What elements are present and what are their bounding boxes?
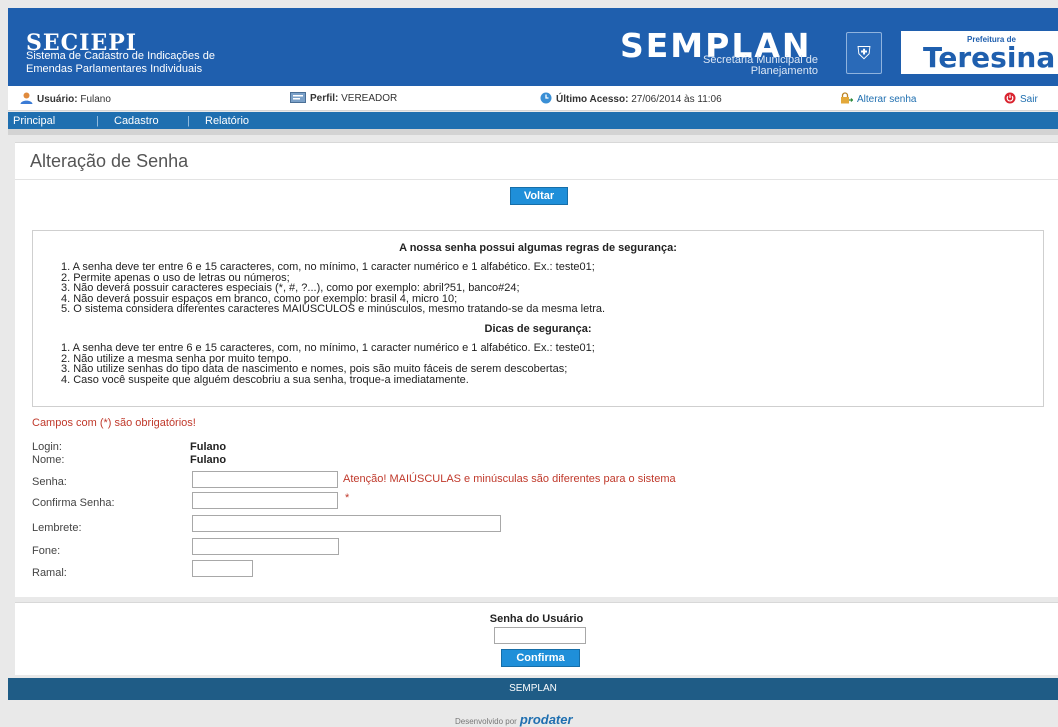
user-password-title: Senha do Usuário [489, 613, 584, 625]
footer-bar: SEMPLAN [8, 678, 1058, 700]
tip-item: 1. A senha deve ter entre 6 e 15 caracte… [61, 342, 595, 354]
user-info-bar: Usuário: Fulano Perfil: VEREADOR Último … [8, 86, 1058, 111]
menu-item-relatorio[interactable]: Relatório [205, 115, 249, 127]
tips-list: 1. A senha deve ter entre 6 e 15 caracte… [61, 343, 595, 385]
developer-credit: Desenvolvido por prodater [455, 712, 573, 727]
required-mark: * [345, 492, 350, 504]
app-header: SECIEPI Sistema de Cadastro de Indicaçõe… [8, 8, 1058, 86]
login-label: Login: [32, 441, 62, 453]
password-case-warning: Atenção! MAIÚSCULAS e minúsculas são dif… [343, 473, 676, 485]
change-password-link[interactable]: Alterar senha [840, 92, 916, 107]
user-icon [20, 92, 33, 107]
page-title: Alteração de Senha [30, 151, 189, 171]
menu-item-cadastro[interactable]: Cadastro [114, 115, 159, 127]
logout-link[interactable]: Sair [1004, 92, 1038, 107]
prefeitura-logo-city-text: Teresina [923, 41, 1056, 74]
user-value: Fulano [80, 94, 111, 105]
profile-info: Perfil: VEREADOR [290, 92, 397, 106]
last-access-label: Último Acesso: [556, 94, 629, 105]
confirm-password-input[interactable] [192, 492, 338, 509]
confirm-section: Senha do Usuário Confirma [15, 602, 1058, 675]
rules-title: A nossa senha possui algumas regras de s… [399, 242, 677, 254]
back-button[interactable]: Voltar [510, 187, 568, 205]
phone-label: Fone: [32, 545, 61, 557]
tips-title: Dicas de segurança: [484, 323, 592, 335]
main-panel: Alteração de Senha Voltar A nossa senha … [15, 142, 1058, 597]
user-password-input[interactable] [494, 627, 586, 644]
menu-separator: | [187, 115, 190, 127]
main-menu: Principal | Cadastro | Relatório [8, 112, 1058, 135]
confirm-password-label: Confirma Senha: [32, 497, 115, 509]
extension-input[interactable] [192, 560, 253, 577]
menu-separator: | [96, 115, 99, 127]
prefeitura-logo: Prefeitura de Teresina [901, 31, 1058, 74]
password-rules-box: A nossa senha possui algumas regras de s… [32, 230, 1044, 407]
semplan-subtitle-line2: Planejamento [750, 65, 818, 77]
developer-logo: prodater [519, 712, 573, 727]
system-subtitle: Sistema de Cadastro de Indicações de Eme… [26, 50, 215, 76]
power-icon [1004, 92, 1016, 107]
last-access-value: 27/06/2014 às 11:06 [631, 94, 722, 105]
reminder-label: Lembrete: [32, 522, 82, 534]
change-password-label: Alterar senha [857, 94, 917, 105]
password-label: Senha: [32, 476, 67, 488]
semplan-subtitle: Secretaria Municipal de Planejamento [658, 55, 818, 77]
rule-item: 5. O sistema considera diferentes caract… [61, 303, 606, 315]
reminder-input[interactable] [192, 515, 501, 532]
lock-icon [840, 92, 854, 107]
extension-label: Ramal: [32, 567, 67, 579]
tip-item: 4. Caso você suspeite que alguém descobr… [61, 373, 469, 386]
city-coat-of-arms-icon: ⛨ [846, 32, 882, 74]
rule-item: 3. Não deverá possuir caracteres especia… [61, 282, 520, 294]
login-value: Fulano [190, 441, 227, 453]
clock-icon [540, 92, 552, 107]
user-label: Usuário: [37, 94, 78, 105]
profile-label: Perfil: [310, 93, 339, 104]
rules-list: 1. A senha deve ter entre 6 e 15 caracte… [61, 262, 605, 315]
name-value: Fulano [190, 454, 227, 466]
profile-icon [290, 92, 306, 106]
system-subtitle-line2: Emendas Parlamentares Individuais [26, 63, 203, 75]
title-divider [15, 179, 1058, 180]
required-fields-note: Campos com (*) são obrigatórios! [32, 417, 196, 429]
name-label: Nome: [32, 454, 65, 466]
last-access-info: Último Acesso: 27/06/2014 às 11:06 [540, 92, 722, 107]
rule-item: 1. A senha deve ter entre 6 e 15 caracte… [61, 261, 595, 273]
system-subtitle-line1: Sistema de Cadastro de Indicações de [26, 50, 215, 62]
menu-item-principal[interactable]: Principal [13, 115, 55, 127]
developer-credit-label: Desenvolvido por [455, 717, 517, 726]
logout-label: Sair [1020, 94, 1038, 105]
profile-value: VEREADOR [341, 93, 398, 104]
user-info: Usuário: Fulano [20, 92, 111, 107]
confirm-button[interactable]: Confirma [501, 649, 580, 667]
phone-input[interactable] [192, 538, 339, 555]
password-input[interactable] [192, 471, 338, 488]
tip-item: 3. Não utilize senhas do tipo data de na… [61, 363, 568, 375]
